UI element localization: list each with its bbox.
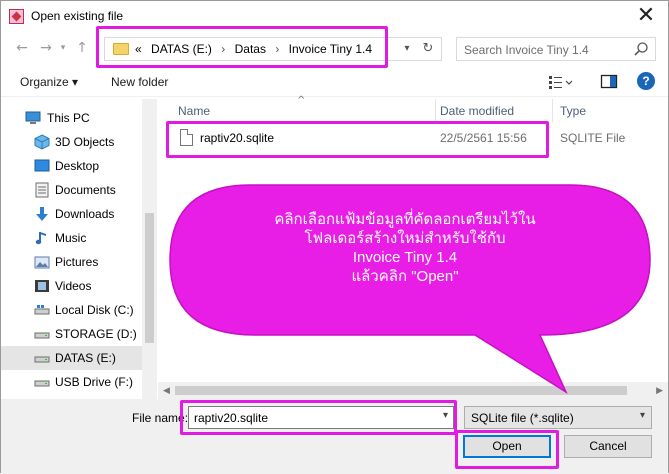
sidebar-item-label: Videos — [55, 279, 92, 293]
sidebar-item-label: 3D Objects — [55, 135, 115, 149]
filename-value: raptiv20.sqlite — [194, 411, 269, 425]
sidebar-item-videos[interactable]: Videos — [1, 274, 142, 298]
scrollbar-thumb[interactable] — [145, 213, 154, 343]
sidebar-item-label: Pictures — [55, 255, 99, 269]
sidebar-item-label: USB Drive (F:) — [55, 375, 133, 389]
address-bar[interactable]: « DATAS (E:) › Datas › Invoice Tiny 1.4 … — [104, 37, 442, 61]
videos-icon — [35, 280, 49, 292]
preview-pane-icon[interactable] — [600, 73, 618, 91]
folder-icon — [113, 43, 129, 55]
recent-locations-button[interactable]: ▾ — [56, 37, 70, 59]
filetype-value: SQLite file (*.sqlite) — [471, 411, 574, 425]
sidebar-item-label: DATAS (E:) — [55, 351, 116, 365]
breadcrumb-datas-drive[interactable]: DATAS (E:) — [151, 42, 212, 56]
view-options-icon[interactable] — [548, 73, 574, 91]
file-row[interactable]: raptiv20.sqlite 22/5/2561 15:56 SQLITE F… — [172, 125, 652, 151]
help-icon[interactable]: ? — [637, 72, 655, 90]
sidebar-item-music[interactable]: Music — [1, 226, 142, 250]
sidebar-scrollbar[interactable] — [142, 99, 157, 399]
pictures-icon — [34, 256, 50, 269]
callout-line: Invoice Tiny 1.4 — [352, 249, 458, 266]
window-title: Open existing file — [31, 9, 124, 23]
search-placeholder: Search Invoice Tiny 1.4 — [464, 43, 589, 57]
file-date: 22/5/2561 15:56 — [440, 131, 527, 145]
scrollbar-thumb[interactable] — [175, 386, 627, 395]
music-icon — [35, 232, 46, 245]
breadcrumb-datas[interactable]: Datas — [235, 42, 266, 56]
sidebar-item-label: Local Disk (C:) — [55, 303, 134, 317]
chevron-down-icon: ▾ — [639, 410, 645, 421]
horizontal-scrollbar[interactable]: ◀ ▶ — [158, 382, 668, 399]
column-header-date[interactable]: Date modified — [436, 99, 553, 123]
cancel-button[interactable]: Cancel — [564, 435, 652, 458]
sidebar-item-datas-e[interactable]: DATAS (E:) — [1, 346, 142, 370]
file-name: raptiv20.sqlite — [200, 131, 275, 145]
search-input[interactable]: Search Invoice Tiny 1.4 — [456, 37, 656, 61]
close-button[interactable]: ✕ — [632, 3, 660, 29]
callout-line: แล้วคลิก "Open" — [351, 268, 459, 285]
sidebar-item-3d-objects[interactable]: 3D Objects — [1, 130, 142, 154]
column-header-type[interactable]: Type — [553, 99, 668, 123]
callout-line: โฟลเดอร์สร้างใหม่สำหรับใช้กับ — [304, 230, 506, 247]
scroll-right-icon[interactable]: ▶ — [656, 385, 663, 396]
sidebar-item-storage-d[interactable]: STORAGE (D:) — [1, 322, 142, 346]
filename-label: File name: — [132, 411, 189, 425]
app-icon — [9, 9, 24, 24]
column-header-name[interactable]: Name ^ — [158, 95, 436, 123]
file-icon — [180, 129, 193, 146]
navigation-pane: This PC 3D Objects Desktop Documents Dow… — [1, 99, 157, 399]
sidebar-item-label: This PC — [47, 111, 90, 125]
toolbar: Organize ▾ New folder ? — [1, 67, 668, 97]
open-button[interactable]: Open — [463, 435, 551, 458]
sort-arrow-icon: ^ — [297, 95, 306, 106]
drive-icon — [34, 305, 50, 315]
back-button[interactable]: ← — [11, 37, 33, 59]
file-type: SQLITE File — [560, 131, 626, 145]
up-button[interactable]: ↑ — [71, 37, 93, 59]
sidebar-item-label: STORAGE (D:) — [55, 327, 137, 341]
callout-line: คลิกเลือกแฟ้มข้อมูลที่คัดลอกเตรียมไว้ใน — [274, 211, 536, 228]
usb-drive-icon — [34, 380, 50, 387]
column-name-label: Name — [178, 104, 211, 118]
sidebar-item-this-pc[interactable]: This PC — [1, 106, 142, 130]
sidebar-item-downloads[interactable]: Downloads — [1, 202, 142, 226]
dialog-footer: File name: raptiv20.sqlite ▾ SQLite file… — [1, 399, 668, 474]
refresh-icon[interactable]: ↻ — [419, 40, 437, 58]
sidebar-item-label: Desktop — [55, 159, 100, 173]
organize-button[interactable]: Organize ▾ — [20, 75, 78, 89]
documents-icon — [35, 182, 49, 198]
breadcrumb: « DATAS (E:) › Datas › Invoice Tiny 1.4 — [135, 42, 378, 56]
pc-icon — [25, 111, 41, 124]
new-folder-button[interactable]: New folder — [111, 75, 168, 89]
chevron-down-icon[interactable]: ▾ — [443, 410, 448, 421]
sidebar-item-local-disk-c[interactable]: Local Disk (C:) — [1, 298, 142, 322]
sidebar-item-desktop[interactable]: Desktop — [1, 154, 142, 178]
sidebar-item-documents[interactable]: Documents — [1, 178, 142, 202]
scroll-left-icon[interactable]: ◀ — [163, 385, 170, 396]
sidebar-item-label: Music — [55, 231, 87, 245]
cube-icon — [34, 134, 50, 150]
navigation-bar: ← → ▾ ↑ « DATAS (E:) › Datas › Invoice T… — [1, 32, 668, 66]
filename-input[interactable]: raptiv20.sqlite ▾ — [188, 406, 454, 429]
desktop-icon — [34, 159, 50, 172]
title-bar: Open existing file ✕ — [1, 1, 668, 32]
breadcrumb-separator[interactable]: › — [275, 42, 279, 56]
search-icon — [634, 42, 648, 56]
forward-button[interactable]: → — [35, 37, 57, 59]
address-dropdown-icon[interactable]: ▾ — [399, 40, 415, 58]
sidebar-item-pictures[interactable]: Pictures — [1, 250, 142, 274]
download-icon — [36, 207, 48, 221]
sidebar-item-label: Downloads — [55, 207, 115, 221]
sidebar-item-label: Documents — [55, 183, 116, 197]
filetype-select[interactable]: SQLite file (*.sqlite) ▾ — [464, 406, 652, 429]
sidebar-item-usb-drive-f[interactable]: USB Drive (F:) — [1, 370, 142, 394]
breadcrumb-separator[interactable]: › — [221, 42, 225, 56]
breadcrumb-invoice-tiny[interactable]: Invoice Tiny 1.4 — [289, 42, 372, 56]
callout-text: คลิกเลือกแฟ้มข้อมูลที่คัดลอกเตรียมไว้ใน … — [205, 210, 605, 286]
breadcrumb-overflow[interactable]: « — [135, 42, 142, 56]
drive-icon — [34, 332, 50, 339]
drive-icon — [34, 356, 50, 363]
